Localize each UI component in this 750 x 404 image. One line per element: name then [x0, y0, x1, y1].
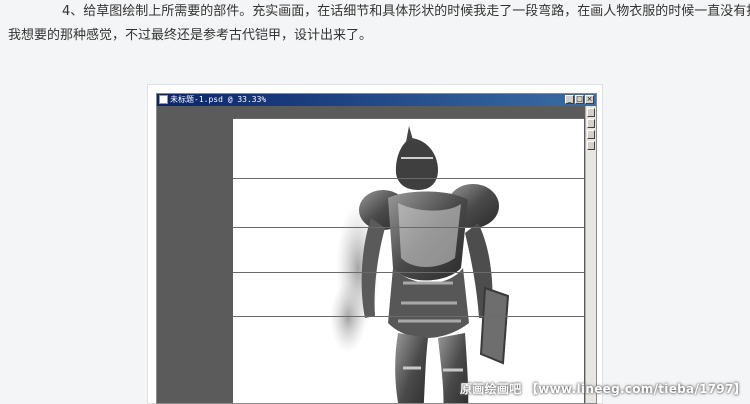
maximize-button[interactable]: □ [575, 95, 584, 104]
guide-line [233, 272, 584, 273]
window-titlebar[interactable]: 未标题-1.psd @ 33.33% _ □ × [157, 94, 596, 106]
shield [479, 286, 510, 365]
article-line-2: 我想要的那种感觉，不过最终还是参考古代铠甲，设计出来了。 [8, 28, 373, 43]
guide-line [233, 118, 584, 119]
scroll-tool-button[interactable] [587, 141, 595, 150]
arm-smoke-lower [330, 283, 366, 353]
window-title: 未标题-1.psd @ 33.33% [170, 95, 267, 104]
guide-line [233, 178, 584, 179]
knight-sketch-drawing [330, 126, 510, 403]
watermark-text: 原画绘画吧 【www.lineeg.com/tieba/1797】 [460, 382, 747, 396]
guide-line [233, 316, 584, 317]
scroll-up-button[interactable] [587, 108, 595, 117]
document-icon [159, 95, 168, 104]
close-button[interactable]: × [585, 95, 594, 104]
vertical-scrollbar[interactable] [585, 106, 596, 403]
helmet-crest [406, 126, 413, 142]
chest-highlight [398, 203, 461, 267]
photoshop-document-window: 未标题-1.psd @ 33.33% _ □ × [156, 93, 597, 404]
guide-line [233, 227, 584, 228]
scroll-tool-button[interactable] [587, 119, 595, 128]
helmet [395, 138, 438, 190]
workspace-area [157, 106, 585, 403]
scroll-tool-button[interactable] [587, 130, 595, 139]
document-canvas[interactable] [233, 118, 584, 403]
minimize-button[interactable]: _ [565, 95, 574, 104]
